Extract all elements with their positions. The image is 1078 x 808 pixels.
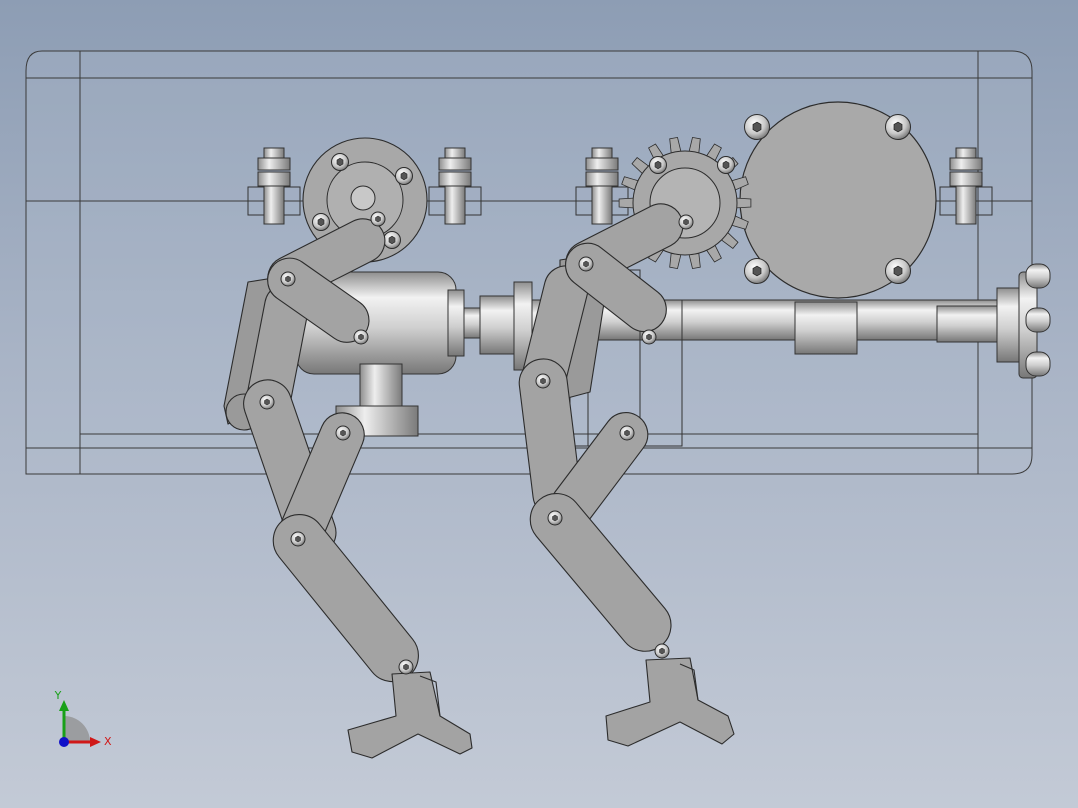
triad-plane-icon xyxy=(64,716,90,742)
cad-viewport[interactable]: Y X xyxy=(0,0,1078,808)
coordinate-triad: Y X xyxy=(54,689,112,748)
x-axis-label: X xyxy=(104,735,112,748)
gear-motor[interactable] xyxy=(739,101,937,299)
z-axis-dot-icon xyxy=(59,737,69,747)
y-axis-label: Y xyxy=(54,689,62,702)
